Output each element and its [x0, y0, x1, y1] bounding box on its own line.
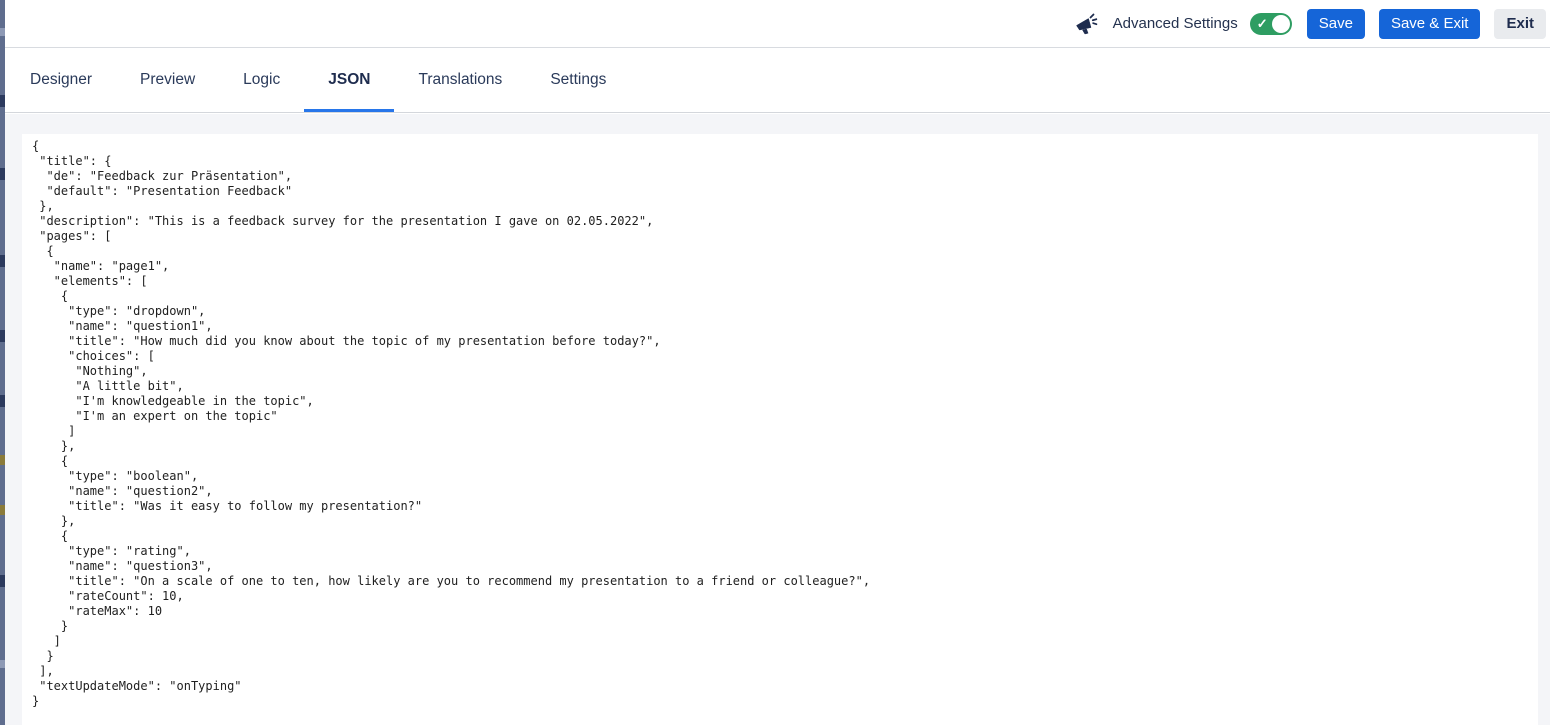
- tab-settings[interactable]: Settings: [526, 48, 630, 112]
- collapsed-sidebar-strip: [0, 0, 5, 725]
- sidebar-mark: [0, 505, 5, 515]
- sidebar-mark: [0, 330, 5, 342]
- megaphone-icon: [1073, 11, 1099, 37]
- tab-preview[interactable]: Preview: [116, 48, 219, 112]
- tab-logic[interactable]: Logic: [219, 48, 304, 112]
- save-and-exit-button[interactable]: Save & Exit: [1378, 8, 1481, 39]
- sidebar-mark: [0, 660, 5, 668]
- sidebar-mark: [0, 455, 5, 465]
- tab-translations[interactable]: Translations: [394, 48, 526, 112]
- tab-json[interactable]: JSON: [304, 48, 395, 112]
- sidebar-mark: [0, 395, 5, 407]
- sidebar-mark: [0, 95, 5, 107]
- toggle-check-icon: ✓: [1256, 15, 1268, 31]
- exit-button[interactable]: Exit: [1494, 8, 1546, 39]
- survey-creator-window: Advanced Settings ✓ Save Save & Exit Exi…: [0, 0, 1550, 725]
- top-action-bar: Advanced Settings ✓ Save Save & Exit Exi…: [0, 0, 1550, 48]
- json-editor-panel[interactable]: { "title": { "de": "Feedback zur Präsent…: [22, 134, 1538, 725]
- sidebar-mark: [0, 28, 5, 36]
- save-button[interactable]: Save: [1306, 8, 1365, 39]
- creator-tab-bar: Designer Preview Logic JSON Translations…: [5, 48, 1550, 113]
- advanced-settings-toggle[interactable]: ✓: [1249, 12, 1292, 35]
- tab-designer[interactable]: Designer: [6, 48, 116, 112]
- toggle-knob: [1271, 14, 1290, 33]
- sidebar-mark: [0, 575, 5, 587]
- json-editor-text[interactable]: { "title": { "de": "Feedback zur Präsent…: [22, 134, 1538, 709]
- advanced-settings-label: Advanced Settings: [1112, 15, 1238, 32]
- sidebar-mark: [0, 255, 5, 267]
- sidebar-mark: [0, 168, 5, 180]
- json-tab-content: { "title": { "de": "Feedback zur Präsent…: [5, 114, 1550, 725]
